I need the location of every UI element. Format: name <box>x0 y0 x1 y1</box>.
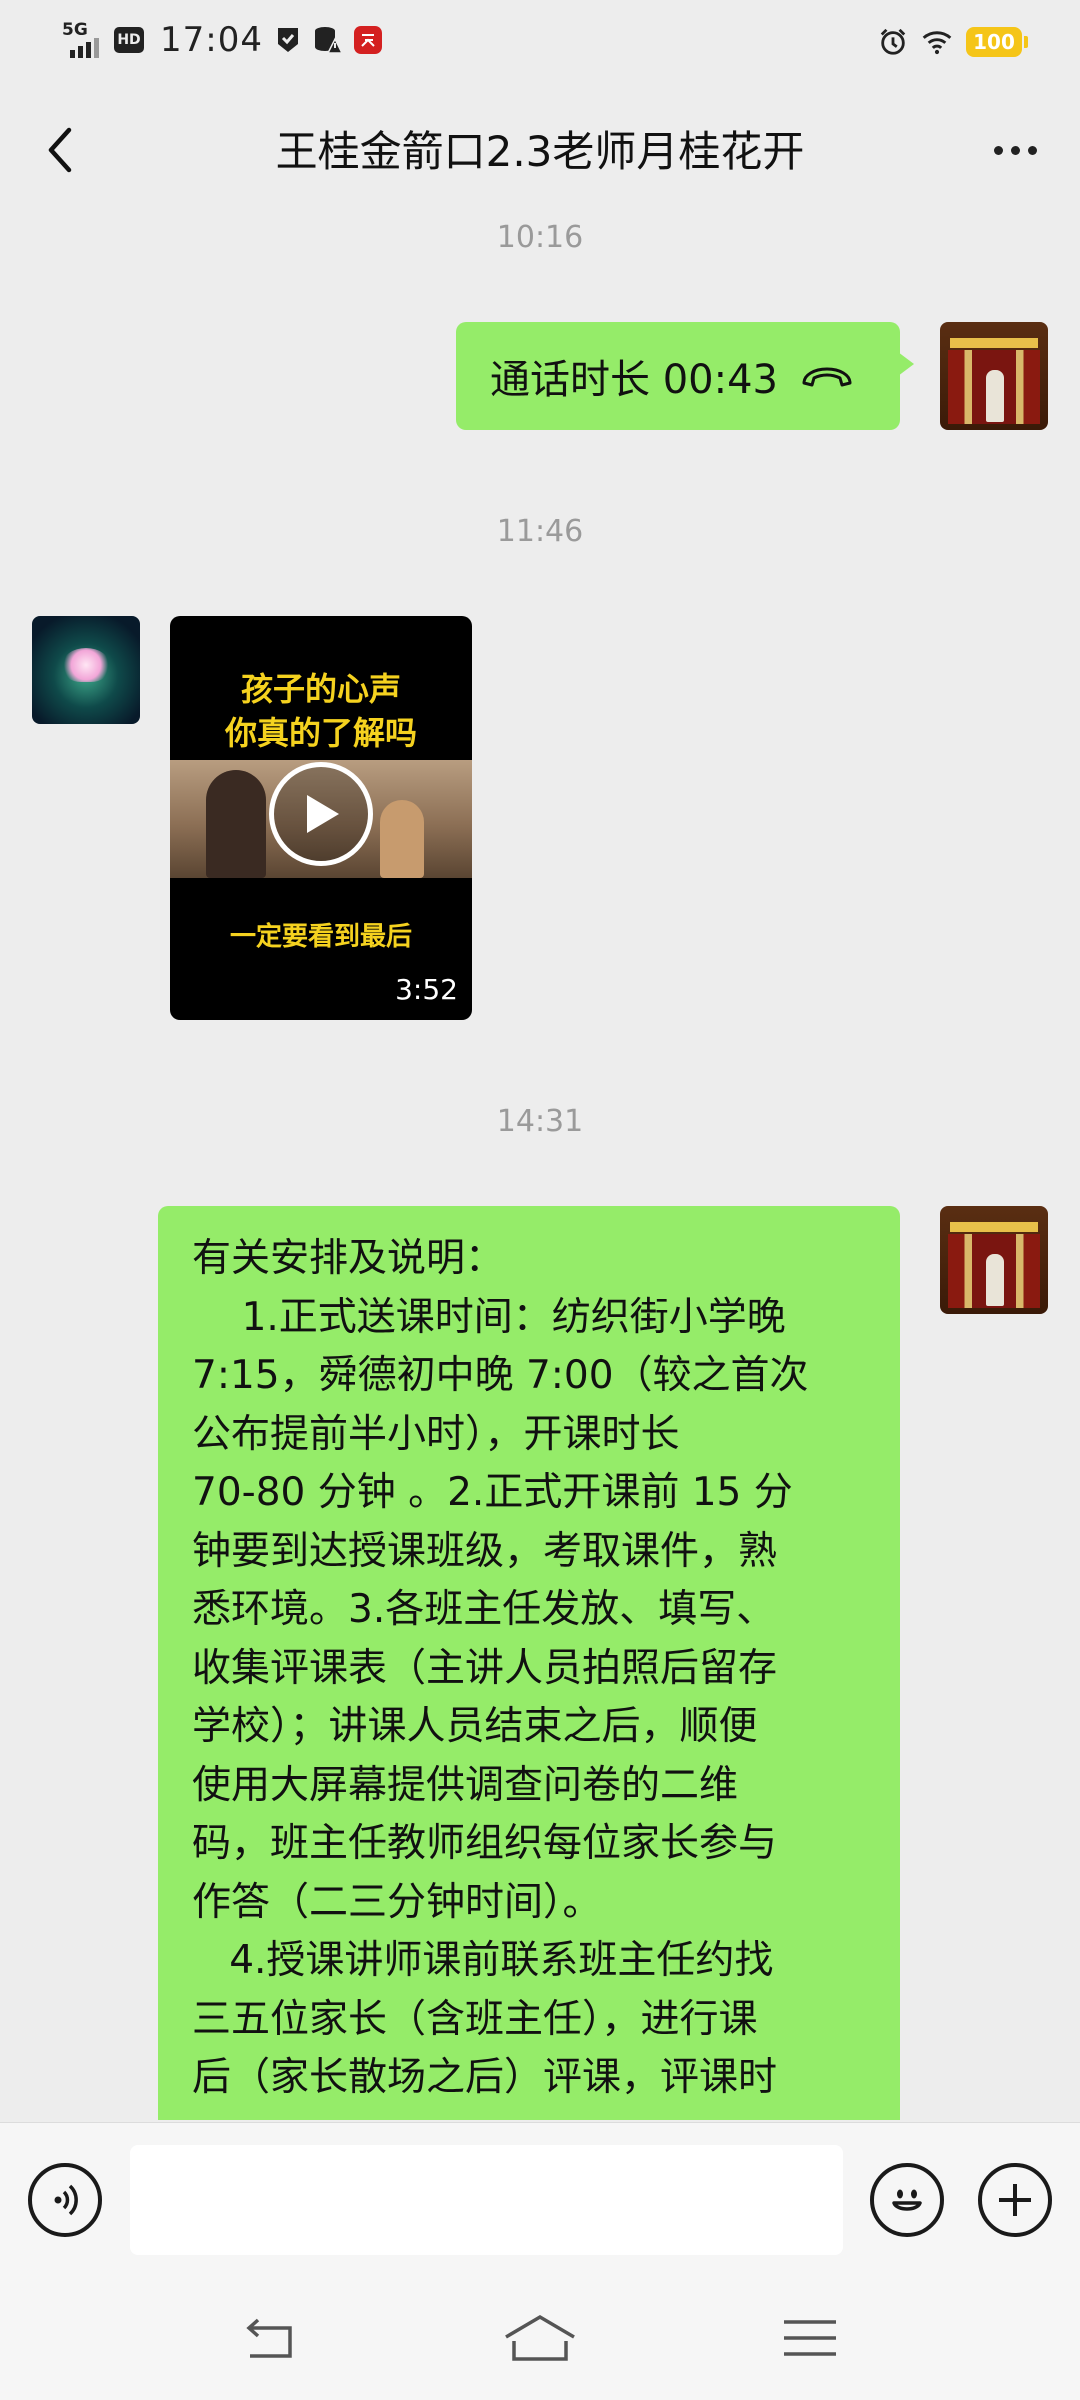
voice-input-button[interactable] <box>28 2163 102 2237</box>
message-line: 后（家长散场之后）评课，评课时 <box>192 2055 778 2100</box>
menu-icon <box>784 2320 836 2356</box>
chat-area[interactable]: 10:16 通话时长 00:43 11:46 孩子的心声 你真的了解吗 一定要看… <box>0 220 1080 2120</box>
message-input-bar <box>0 2122 1080 2278</box>
hd-icon: HD <box>114 27 144 53</box>
timestamp: 11:46 <box>496 514 584 549</box>
signal-icon: 5G <box>60 20 104 60</box>
app-notification-icon <box>353 25 383 55</box>
back-button[interactable] <box>30 120 90 180</box>
video-title-line1: 孩子的心声 <box>240 670 401 708</box>
message-line: 使用大屏幕提供调查问卷的二维 <box>192 1762 739 1808</box>
play-icon <box>307 795 339 833</box>
play-button[interactable] <box>269 762 373 866</box>
message-line: 7:15，舜德初中晚 7:00（较之首次 <box>192 1353 809 1398</box>
alarm-icon <box>878 27 908 57</box>
voice-icon <box>54 2184 78 2216</box>
smiley-icon <box>892 2189 922 2211</box>
message-line: 公布提前半小时），开课时长 <box>192 1411 680 1457</box>
chat-header: 王桂金箭口2.3老师月桂花开 <box>0 80 1080 220</box>
video-title-line2: 你真的了解吗 <box>224 714 417 752</box>
home-icon <box>505 2314 575 2361</box>
chat-title: 王桂金箭口2.3老师月桂花开 <box>275 127 805 176</box>
call-record-bubble[interactable]: 通话时长 00:43 <box>456 322 914 430</box>
message-line: 1.正式送课时间：纺织街小学晚 <box>192 1294 786 1340</box>
system-menu-button[interactable] <box>770 2308 850 2368</box>
video-caption: 一定要看到最后 <box>229 922 412 952</box>
network-type: 5G <box>62 20 88 40</box>
message-line: 学校）；讲课人员结束之后，顺便 <box>192 1704 758 1749</box>
more-dot-icon <box>993 145 1003 155</box>
wifi-icon <box>922 27 952 57</box>
message-line: 70-80 分钟 。2.正式开课前 15 分 <box>192 1470 793 1515</box>
system-home-button[interactable] <box>500 2308 580 2368</box>
message-line: 悉环境。3.各班主任发放、填写、 <box>192 1587 776 1632</box>
contact-avatar[interactable] <box>32 616 140 724</box>
status-bar: 5G HD 17:04 100 <box>0 0 1080 80</box>
message-line: 三五位家长（含班主任），进行课 <box>192 1996 758 2042</box>
message-input[interactable] <box>130 2145 843 2255</box>
message-line: 码，班主任教师组织每位家长参与 <box>192 1821 778 1866</box>
status-time: 17:04 <box>160 20 263 60</box>
battery-indicator: 100 <box>966 27 1028 57</box>
video-message[interactable]: 孩子的心声 你真的了解吗 一定要看到最后 3:52 <box>170 616 472 1020</box>
return-icon <box>246 2318 292 2358</box>
status-left: 5G HD 17:04 <box>60 18 383 62</box>
emoji-button[interactable] <box>870 2163 944 2237</box>
phone-hangup-icon <box>802 367 852 387</box>
more-functions-button[interactable] <box>978 2163 1052 2237</box>
text-message-bubble[interactable]: 有关安排及说明： 1.正式送课时间：纺织街小学晚 7:15，舜德初中晚 7:00… <box>158 1206 900 2120</box>
chevron-left-icon <box>48 127 72 173</box>
message-line: 收集评课表（主讲人员拍照后留存 <box>192 1645 778 1691</box>
more-dot-icon <box>1010 145 1020 155</box>
status-right: 100 <box>878 22 1028 62</box>
timestamp: 14:31 <box>496 1104 584 1139</box>
video-duration: 3:52 <box>395 973 458 1006</box>
message-line: 作答（二三分钟时间）。 <box>192 1879 602 1925</box>
shield-check-icon <box>273 25 303 55</box>
self-avatar[interactable] <box>940 322 1048 430</box>
system-back-button[interactable] <box>230 2308 310 2368</box>
message-line: 有关安排及说明： <box>192 1236 505 1281</box>
self-avatar[interactable] <box>940 1206 1048 1314</box>
plus-icon <box>999 2184 1031 2216</box>
more-dot-icon <box>1027 145 1037 155</box>
call-duration-text: 通话时长 00:43 <box>490 357 778 403</box>
message-line: 钟要到达授课班级，考取课件，熟 <box>192 1528 778 1574</box>
message-line: 4.授课讲师课前联系班主任约找 <box>192 1938 774 1983</box>
more-options-button[interactable] <box>980 120 1050 180</box>
database-warning-icon <box>313 25 343 55</box>
timestamp: 10:16 <box>496 220 584 255</box>
system-navigation-bar <box>0 2278 1080 2400</box>
